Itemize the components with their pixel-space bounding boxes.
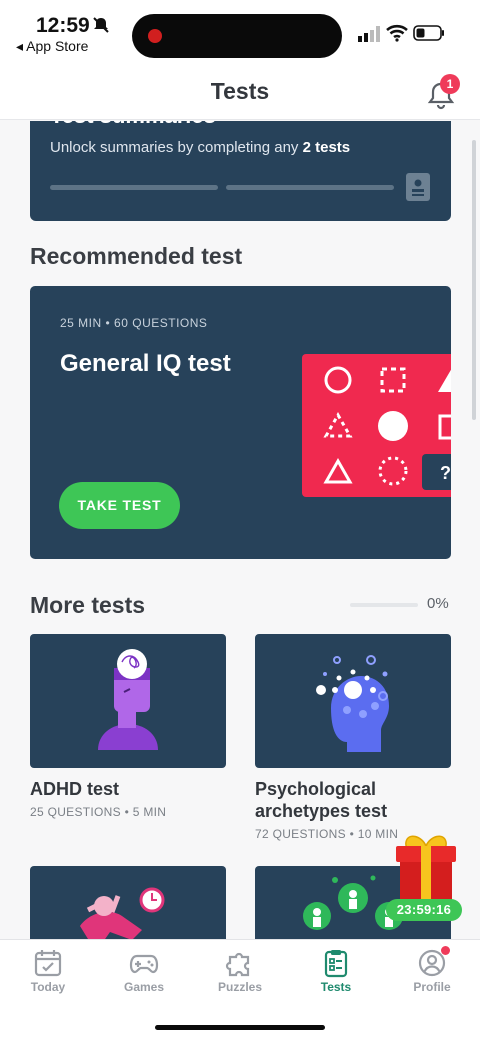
archetypes-illustration-icon <box>316 655 389 752</box>
test-title-archetypes[interactable]: Psychological archetypes test <box>255 778 445 822</box>
calendar-icon <box>34 950 62 977</box>
tab-label-games: Games <box>123 980 165 994</box>
tab-profile[interactable]: Profile <box>384 940 480 1002</box>
test-meta-archetypes: 72 QUESTIONS • 10 MIN <box>255 827 399 841</box>
puzzle-icon <box>225 952 250 977</box>
summary-document-icon <box>406 173 430 201</box>
bell-muted-icon <box>93 17 109 33</box>
test-tile-3[interactable] <box>30 866 226 939</box>
gamepad-icon <box>129 954 159 974</box>
battery-icon <box>413 25 444 41</box>
tab-today[interactable]: Today <box>0 940 96 1002</box>
back-to-app-store[interactable]: ◂ App Store <box>16 38 88 55</box>
test-summaries-card[interactable]: Test summaries Unlock summaries by compl… <box>30 121 451 221</box>
more-tests-progress-label: 0% <box>427 595 449 612</box>
summary-text-bold: 2 tests <box>302 139 351 156</box>
profile-alert-dot <box>441 946 450 955</box>
status-time: 12:59 <box>36 14 90 37</box>
recommended-heading: Recommended test <box>30 243 243 269</box>
clipboard-icon <box>324 950 348 978</box>
tab-puzzles[interactable]: Puzzles <box>192 940 288 1002</box>
take-test-button[interactable]: TAKE TEST <box>59 482 180 529</box>
tab-tests[interactable]: Tests <box>288 940 384 1002</box>
tab-label-puzzles: Puzzles <box>217 980 262 994</box>
adhd-test-tile[interactable] <box>30 634 226 768</box>
iq-shapes-illustration: ? <box>302 354 451 497</box>
summary-card-title: Test summaries <box>50 121 216 129</box>
tests-feed[interactable]: Test summaries Unlock summaries by compl… <box>0 121 480 939</box>
gift-offer-icon[interactable] <box>392 830 460 902</box>
wifi-icon <box>386 24 408 42</box>
dynamic-island <box>132 14 342 58</box>
more-tests-heading: More tests <box>30 592 146 618</box>
cellular-signal-icon <box>358 26 380 42</box>
more-tests-progress-bar <box>350 603 418 607</box>
recommended-test-card[interactable]: 25 MIN • 60 QUESTIONS General IQ test TA… <box>30 286 451 559</box>
adhd-illustration-icon <box>98 649 158 750</box>
stress-illustration-icon <box>80 887 165 939</box>
recommended-test-meta: 25 MIN • 60 QUESTIONS <box>60 316 208 330</box>
summary-text-prefix: Unlock summaries by completing any <box>50 139 303 156</box>
status-bar: 12:59 ◂ App Store <box>0 0 480 66</box>
tab-games[interactable]: Games <box>96 940 192 1002</box>
bottom-tab-bar: Today Games Puzzles Tests Profile <box>0 939 480 1040</box>
recommended-test-title: General IQ test <box>60 350 231 377</box>
tab-label-profile: Profile <box>413 980 451 994</box>
summary-progress-segment-1 <box>50 185 218 190</box>
test-title-adhd[interactable]: ADHD test <box>30 778 119 800</box>
scroll-indicator[interactable] <box>472 140 476 420</box>
puzzle-question-mark: ? <box>440 463 451 483</box>
archetypes-test-tile[interactable] <box>255 634 451 768</box>
home-indicator[interactable] <box>155 1025 325 1030</box>
gift-countdown-timer: 23:59:16 <box>386 899 462 921</box>
app-header: Tests 1 <box>0 66 480 120</box>
tab-label-tests: Tests <box>320 980 352 994</box>
page-title: Tests <box>210 78 270 104</box>
summary-progress-segment-2 <box>226 185 394 190</box>
tab-label-today: Today <box>30 980 66 994</box>
summary-card-text: Unlock summaries by completing any 2 tes… <box>50 139 350 156</box>
notification-badge: 1 <box>440 74 460 94</box>
recording-indicator <box>148 29 162 43</box>
test-meta-adhd: 25 QUESTIONS • 5 MIN <box>30 805 167 819</box>
